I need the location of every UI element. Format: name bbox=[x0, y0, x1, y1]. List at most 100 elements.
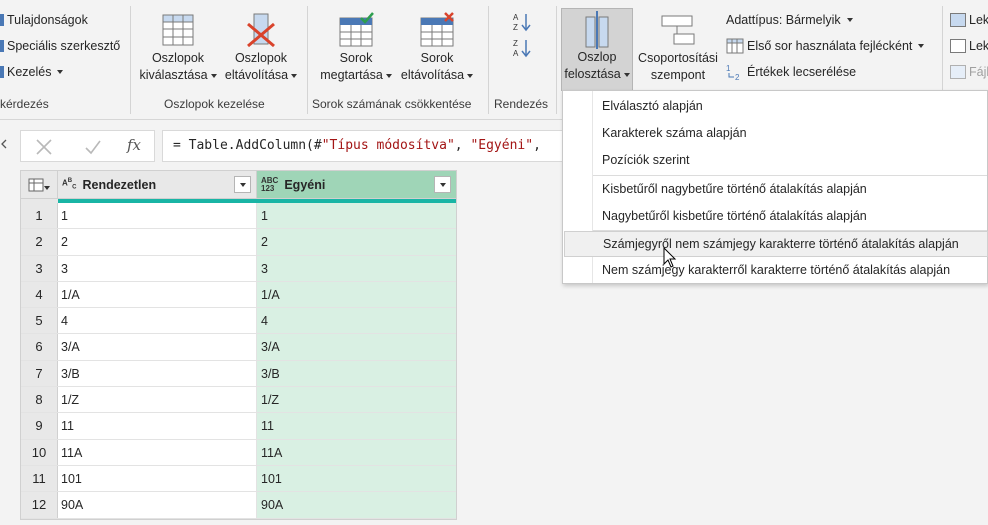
advanced-editor-command[interactable]: Speciális szerkesztő bbox=[0, 36, 120, 56]
svg-text:Z: Z bbox=[513, 39, 518, 48]
choose-columns-icon bbox=[162, 14, 194, 46]
cell-egyeni[interactable]: 1/Z bbox=[257, 387, 456, 413]
column-header-rendezetlen[interactable]: ABC Rendezetlen bbox=[58, 171, 257, 198]
table-row[interactable]: 111 bbox=[21, 203, 456, 230]
row-number[interactable]: 5 bbox=[21, 308, 58, 334]
cell-egyeni[interactable]: 3/A bbox=[257, 334, 456, 360]
sort-descending-icon: Z A bbox=[513, 39, 531, 58]
cell-rendezetlen[interactable]: 11 bbox=[58, 413, 257, 439]
split-upper-to-lower-item[interactable]: Nagybetűről kisbetűre történő átalakítás… bbox=[564, 203, 988, 229]
table-row[interactable]: 7 3/B 3/B bbox=[21, 360, 456, 388]
table-row[interactable]: 11 101 101 bbox=[21, 465, 456, 493]
table-row[interactable]: 9 11 11 bbox=[21, 413, 456, 440]
row-number[interactable]: 10 bbox=[21, 439, 58, 465]
remove-columns-button[interactable]: Oszlopok eltávolítása bbox=[220, 8, 302, 84]
table-row[interactable]: 222 bbox=[21, 229, 456, 256]
column-header-egyeni[interactable]: ABC 123 Egyéni bbox=[257, 171, 456, 198]
cell-egyeni[interactable]: 3 bbox=[257, 255, 456, 281]
replace-values-button[interactable]: 1 2 Értékek lecserélése bbox=[726, 62, 856, 82]
column-filter-button[interactable] bbox=[434, 176, 451, 193]
type-any-icon: ABC 123 bbox=[261, 175, 279, 193]
split-digit-to-nondigit-item[interactable]: Számjegyről nem számjegy karakterre tört… bbox=[564, 231, 988, 257]
row-number[interactable]: 4 bbox=[21, 281, 58, 308]
group-label-reduce-rows: Sorok számának csökkentése bbox=[312, 97, 472, 111]
table-menu-icon bbox=[28, 178, 50, 191]
cell-rendezetlen[interactable]: 3/B bbox=[58, 360, 257, 387]
table-row[interactable]: 6 3/A 3/A bbox=[21, 334, 456, 361]
choose-columns-button[interactable]: Oszlopok kiválasztása bbox=[137, 8, 219, 84]
sort-descending-button[interactable]: Z A bbox=[512, 38, 532, 61]
table-row[interactable]: 8 1/Z 1/Z bbox=[21, 387, 456, 414]
keep-rows-icon bbox=[339, 12, 374, 47]
cell-rendezetlen[interactable]: 3/A bbox=[58, 334, 257, 360]
cell-rendezetlen[interactable]: 1/A bbox=[58, 281, 257, 308]
cell-rendezetlen[interactable]: 1/Z bbox=[58, 387, 257, 413]
table-row[interactable]: 10 11A 11A bbox=[21, 439, 456, 466]
fx-icon[interactable]: fx bbox=[127, 136, 141, 154]
svg-text:A: A bbox=[513, 13, 519, 22]
row-number[interactable]: 9 bbox=[21, 413, 58, 439]
properties-command[interactable]: Tulajdonságok bbox=[0, 10, 88, 30]
split-column-button[interactable]: Oszlop felosztása bbox=[561, 8, 633, 91]
table-menu-button[interactable] bbox=[21, 171, 58, 198]
split-lower-to-upper-item[interactable]: Kisbetűről nagybetűre történő átalakítás… bbox=[564, 176, 988, 202]
collapse-queries-pane[interactable] bbox=[0, 132, 8, 156]
table-row[interactable]: 12 90A 90A bbox=[21, 492, 456, 519]
row-number[interactable]: 12 bbox=[21, 492, 58, 518]
chevron-down-icon bbox=[385, 73, 392, 78]
cell-egyeni[interactable]: 2 bbox=[257, 229, 456, 255]
table-row[interactable]: 544 bbox=[21, 308, 456, 335]
row-number[interactable]: 6 bbox=[21, 334, 58, 360]
cell-egyeni[interactable]: 3/B bbox=[257, 360, 456, 387]
cell-egyeni[interactable]: 101 bbox=[257, 465, 456, 492]
data-type-dropdown[interactable]: Adattípus: Bármelyik bbox=[726, 10, 853, 30]
cell-rendezetlen[interactable]: 1 bbox=[58, 203, 257, 229]
row-number[interactable]: 8 bbox=[21, 387, 58, 413]
cell-rendezetlen[interactable]: 4 bbox=[58, 308, 257, 334]
chevron-down-icon bbox=[57, 70, 64, 74]
remove-rows-button[interactable]: Sorok eltávolítása bbox=[396, 8, 478, 84]
mouse-cursor-icon bbox=[663, 247, 677, 268]
split-column-menu: Elválasztó alapján Karakterek száma alap… bbox=[562, 90, 988, 284]
split-by-number-of-characters-item[interactable]: Karakterek száma alapján bbox=[564, 120, 988, 146]
cell-rendezetlen[interactable]: 11A bbox=[58, 439, 257, 465]
keep-rows-button[interactable]: Sorok megtartása bbox=[315, 8, 397, 84]
right-command-1[interactable]: Lek bbox=[950, 10, 988, 30]
row-number[interactable]: 11 bbox=[21, 465, 58, 492]
group-by-button[interactable]: Csoportosítási szempont bbox=[635, 8, 721, 84]
right-command-3[interactable]: Fájl bbox=[950, 62, 988, 82]
manage-command[interactable]: Kezelés bbox=[0, 62, 64, 82]
tree-icon bbox=[950, 39, 966, 53]
row-number[interactable]: 1 bbox=[21, 203, 58, 229]
cell-egyeni[interactable]: 4 bbox=[257, 308, 456, 334]
table-row[interactable]: 333 bbox=[21, 255, 456, 282]
cell-egyeni[interactable]: 11 bbox=[257, 413, 456, 439]
row-number[interactable]: 7 bbox=[21, 360, 58, 387]
row-number[interactable]: 2 bbox=[21, 229, 58, 255]
split-by-delimiter-item[interactable]: Elválasztó alapján bbox=[564, 93, 988, 119]
cell-rendezetlen[interactable]: 90A bbox=[58, 492, 257, 518]
split-nondigit-to-digit-item[interactable]: Nem számjegy karakterről karakterre tört… bbox=[564, 257, 988, 283]
cell-egyeni[interactable]: 90A bbox=[257, 492, 456, 518]
row-number[interactable]: 3 bbox=[21, 255, 58, 281]
cell-egyeni[interactable]: 1 bbox=[257, 203, 456, 229]
formula-input[interactable]: = Table.AddColumn(#"Típus módosítva", "E… bbox=[162, 130, 582, 162]
cell-rendezetlen[interactable]: 101 bbox=[58, 465, 257, 492]
column-filter-button[interactable] bbox=[234, 176, 251, 193]
sort-ascending-button[interactable]: A Z bbox=[512, 12, 532, 35]
cell-egyeni[interactable]: 11A bbox=[257, 439, 456, 465]
cancel-icon[interactable] bbox=[35, 138, 53, 156]
table-row[interactable]: 4 1/A 1/A bbox=[21, 281, 456, 309]
split-by-positions-item[interactable]: Pozíciók szerint bbox=[564, 147, 988, 173]
use-first-row-as-headers-button[interactable]: Első sor használata fejlécként bbox=[726, 36, 925, 56]
cell-rendezetlen[interactable]: 3 bbox=[58, 255, 257, 281]
chevron-down-icon bbox=[439, 182, 446, 187]
cell-egyeni[interactable]: 1/A bbox=[257, 281, 456, 308]
cell-rendezetlen[interactable]: 2 bbox=[58, 229, 257, 255]
confirm-icon[interactable] bbox=[84, 138, 102, 156]
advanced-editor-icon bbox=[0, 40, 4, 52]
group-separator bbox=[488, 6, 489, 114]
grid-body: 1 1 1 2 2 2 3 3 3 4 1/A 1/A 5 4 4 6 3/A 3/A 7 3/B 3/B 8 1/Z 1/Z… bbox=[21, 203, 456, 519]
svg-text:1: 1 bbox=[726, 64, 731, 73]
right-command-2[interactable]: Lek bbox=[950, 36, 988, 56]
